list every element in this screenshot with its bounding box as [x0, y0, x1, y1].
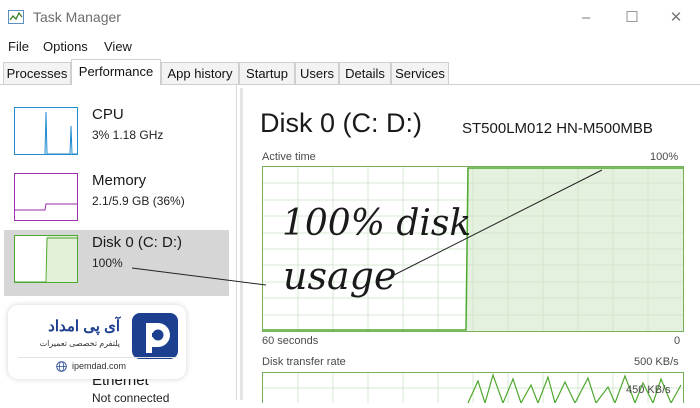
- brand-divider: [18, 357, 178, 358]
- annotation-line-2: usage: [283, 254, 397, 298]
- brand-url[interactable]: ipemdad.com: [72, 361, 126, 371]
- globe-icon: [56, 361, 67, 372]
- brand-logo-mark: [132, 313, 178, 359]
- brand-tagline: پلتفرم تخصصی تعمیرات: [39, 339, 120, 348]
- annotation-line-1: 100% disk: [282, 203, 472, 244]
- brand-logo-card: آی پی امداد پلتفرم تخصصی تعمیرات ipemdad…: [8, 305, 186, 379]
- brand-logo-icon: [146, 323, 170, 353]
- brand-name: آی پی امداد: [48, 318, 120, 335]
